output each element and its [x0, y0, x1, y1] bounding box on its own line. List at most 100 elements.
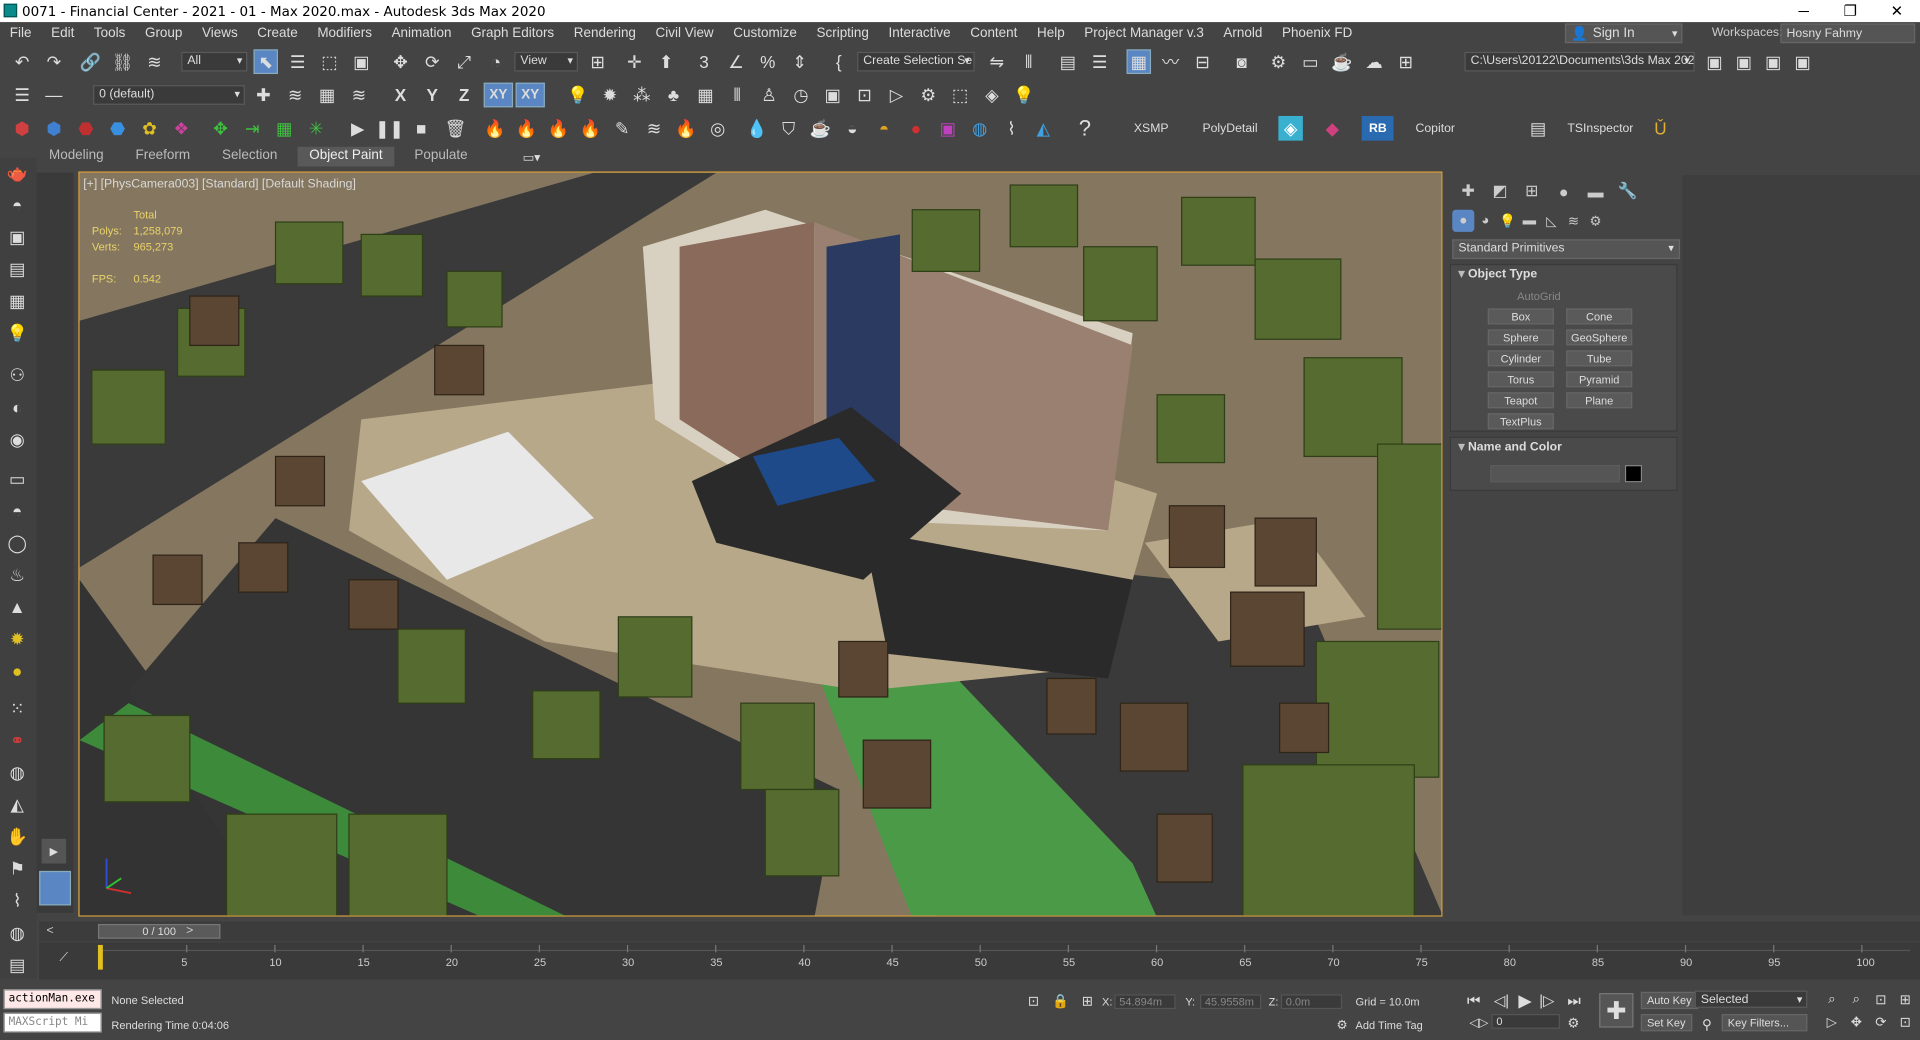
dome-icon[interactable]: ◓ — [5, 498, 29, 523]
scene-explorer-icon[interactable]: ▦ — [1126, 49, 1152, 75]
menu-help[interactable]: Help — [1027, 26, 1074, 41]
camera-icon[interactable]: ◈ — [980, 83, 1004, 108]
pan-icon[interactable]: ✥ — [1844, 1009, 1868, 1034]
plugin-diamond-icon[interactable]: ◆ — [1320, 116, 1344, 141]
preview-icon[interactable]: ▷ — [884, 83, 908, 108]
phoenix-bowl-icon[interactable]: ◒ — [840, 116, 864, 141]
space-warps-icon[interactable]: ≋ — [1562, 210, 1584, 232]
table-icon[interactable]: ▦ — [5, 289, 29, 314]
zoom-icon[interactable]: ⌕ — [1820, 987, 1844, 1012]
menu-group[interactable]: Group — [135, 26, 192, 41]
tube-button[interactable]: Tube — [1566, 350, 1633, 367]
create-tab-icon[interactable]: ✚ — [1452, 180, 1484, 202]
hand-icon[interactable]: ✋ — [5, 824, 29, 849]
pyramid-button[interactable]: Pyramid — [1566, 371, 1633, 388]
layer-explorer-icon[interactable]: ▤ — [1056, 49, 1080, 74]
menu-file[interactable]: File — [0, 26, 41, 41]
menu-create[interactable]: Create — [248, 26, 308, 41]
phoenix-square-icon[interactable]: ▣ — [936, 116, 960, 141]
basket-icon[interactable]: ♨ — [5, 563, 29, 588]
teapot-button[interactable]: Teapot — [1487, 392, 1554, 409]
green-move-icon[interactable]: ✥ — [208, 116, 232, 141]
bulb-icon[interactable]: 💡 — [1011, 83, 1035, 108]
time-slider-frame[interactable]: 0 / 100 — [97, 923, 221, 939]
box-icon[interactable]: ▣ — [5, 225, 29, 250]
named-selection-set-dropdown[interactable]: Create Selection Se — [857, 51, 975, 72]
motion-tab-icon[interactable]: ● — [1548, 180, 1580, 202]
angle-snap-icon[interactable]: ∠ — [724, 49, 748, 74]
maxscript-mini-listener[interactable]: MAXScript Mi — [3, 1012, 102, 1033]
rendered-frame-window-icon[interactable]: ▭ — [1298, 49, 1322, 74]
key-filters-button[interactable]: Key Filters... — [1721, 1014, 1808, 1032]
object-type-header[interactable]: Object Type — [1451, 265, 1676, 285]
viewport-layout-thumbnail[interactable] — [39, 870, 72, 906]
copitor-button[interactable]: Copitor — [1408, 116, 1462, 141]
project-folder-icon[interactable]: ▣ — [1702, 49, 1726, 74]
phoenix-pot-icon[interactable]: ◓ — [872, 116, 896, 141]
next-frame-icon[interactable]: |▷ — [1539, 992, 1554, 1009]
sphere-icon[interactable]: ◓ — [5, 192, 29, 217]
textplus-button[interactable]: TextPlus — [1487, 413, 1554, 430]
y-coordinate-field[interactable]: 45.9558m — [1200, 994, 1262, 1010]
shapes-icon[interactable]: ◕ — [1474, 210, 1496, 232]
axis-x-button[interactable]: X — [388, 83, 412, 108]
systems-icon[interactable]: ⚙ — [1585, 210, 1607, 232]
go-to-end-icon[interactable]: ⏭ — [1567, 992, 1580, 1011]
menu-arnold[interactable]: Arnold — [1214, 26, 1273, 41]
viewport-perspective[interactable]: [+] [PhysCamera003] [Standard] [Default … — [78, 171, 1443, 917]
molecule-icon[interactable]: ⚭ — [5, 728, 29, 753]
stop-icon[interactable]: ■ — [409, 116, 433, 141]
phoenix-flame-icon[interactable]: 🔥 — [673, 116, 697, 141]
zoom-all-icon[interactable]: ⌕ — [1844, 987, 1868, 1012]
autogrid-checkbox[interactable]: AutoGrid — [1517, 290, 1561, 302]
select-by-name-icon[interactable]: ☰ — [285, 49, 309, 74]
teapot-icon[interactable]: 🫖 — [5, 160, 29, 185]
gear-cluster-icon[interactable]: ⚙ — [916, 83, 940, 108]
layer-dropdown[interactable]: 0 (default) — [93, 85, 245, 105]
box-button[interactable]: Box — [1487, 308, 1554, 325]
select-manipulate-icon[interactable]: ✛ — [622, 49, 646, 74]
ribbon-tab-populate[interactable]: Populate — [402, 147, 480, 167]
phoenix-fire4-icon[interactable]: 🔥 — [578, 116, 602, 141]
reference-coordinate-dropdown[interactable]: View — [514, 51, 578, 72]
toggle-ribbon-icon[interactable]: ☰ — [1087, 49, 1111, 74]
move-icon[interactable]: ✥ — [388, 49, 412, 74]
cube-plugin-icon[interactable]: ◈ — [1278, 115, 1303, 141]
phoenix-fire2-icon[interactable]: 🔥 — [514, 116, 538, 141]
green-grid-icon[interactable]: ▦ — [272, 116, 296, 141]
ribbon-tab-modeling[interactable]: Modeling — [37, 147, 116, 167]
time-configuration-icon[interactable]: ⚙ — [1567, 1015, 1579, 1031]
axis-z-button[interactable]: Z — [452, 83, 476, 108]
material-editor-icon[interactable]: ◙ — [1229, 49, 1253, 74]
walk-icon[interactable]: ⚑ — [5, 856, 29, 881]
tree-icon[interactable]: ♣ — [661, 83, 685, 108]
phoenix-ocean-icon[interactable]: ◍ — [967, 116, 991, 141]
ribbon-tab-object-paint[interactable]: Object Paint — [296, 146, 395, 167]
power-icon[interactable]: ◐ — [5, 395, 29, 420]
selection-filter-dropdown[interactable]: All — [181, 51, 248, 72]
render-production-icon[interactable]: ☕ — [1330, 49, 1354, 74]
menu-views[interactable]: Views — [192, 26, 247, 41]
plane-button[interactable]: Plane — [1566, 392, 1633, 409]
menu-phoenix-fd[interactable]: Phoenix FD — [1272, 26, 1362, 41]
redo-icon[interactable]: ↷ — [42, 49, 66, 74]
sphere-button[interactable]: Sphere — [1487, 329, 1554, 346]
edit-named-selection-icon[interactable]: { — [827, 49, 851, 74]
add-time-tag[interactable]: Add Time Tag — [1356, 1019, 1423, 1031]
menu-civil-view[interactable]: Civil View — [646, 26, 724, 41]
keyboard-shortcut-override-icon[interactable]: ⬆ — [654, 49, 678, 74]
primitive-category-dropdown[interactable]: Standard Primitives — [1452, 239, 1681, 260]
layer-visibility-icon[interactable]: — — [42, 83, 66, 108]
render-setup-icon[interactable]: ⚙ — [1266, 49, 1290, 74]
rotate-icon[interactable]: ⟳ — [420, 49, 444, 74]
bound-box-icon[interactable]: ⬚ — [948, 83, 972, 108]
sun-side-icon[interactable]: ✹ — [5, 627, 29, 652]
cone-button[interactable]: Cone — [1566, 308, 1633, 325]
menu-tools[interactable]: Tools — [84, 26, 135, 41]
set-current-layer-icon[interactable]: ≋ — [347, 83, 371, 108]
align-icon[interactable]: ⫴ — [1016, 49, 1040, 74]
expand-arrow-icon[interactable]: ▶ — [41, 838, 67, 864]
phoenix-sphere-icon[interactable]: ● — [904, 116, 928, 141]
axis-xy-button[interactable]: XY — [483, 82, 514, 108]
project-open-icon[interactable]: ▣ — [1761, 49, 1785, 74]
